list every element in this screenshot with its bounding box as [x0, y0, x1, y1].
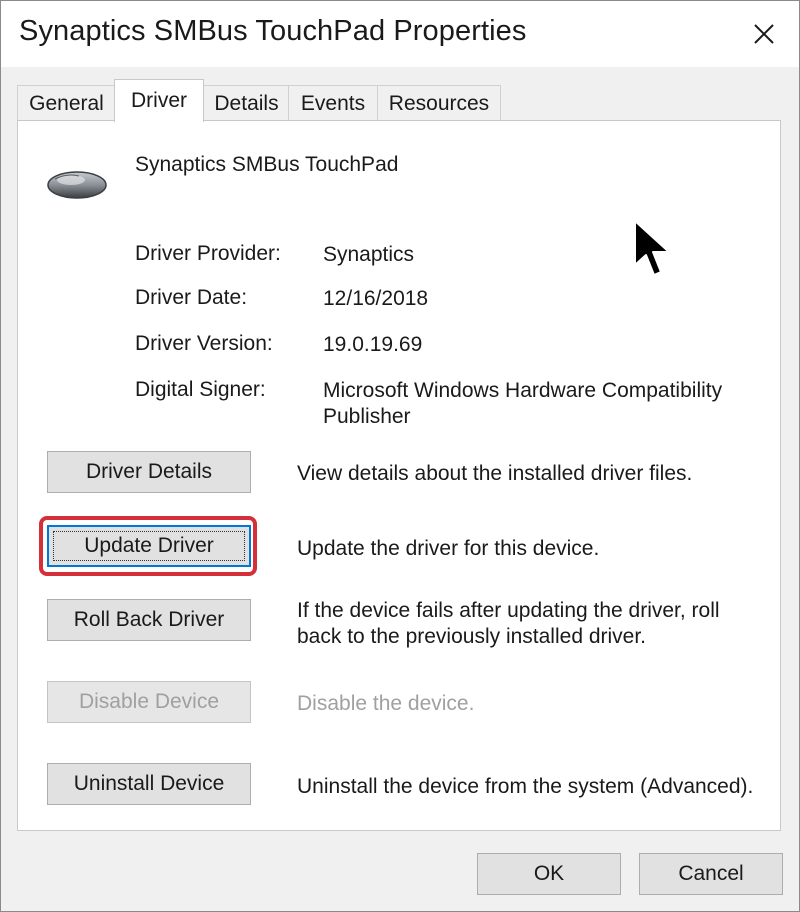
- driver-date-value: 12/16/2018: [323, 287, 429, 310]
- driver-provider-value: Synaptics: [323, 243, 415, 266]
- driver-date-label: Driver Date:: [135, 286, 248, 309]
- tab-strip: General Driver Details Events Resources: [17, 79, 777, 122]
- disable-device-label: Disable Device: [78, 690, 220, 713]
- device-name: Synaptics SMBus TouchPad: [135, 153, 399, 176]
- window-title: Synaptics SMBus TouchPad Properties: [19, 15, 527, 47]
- driver-details-button[interactable]: Driver Details: [47, 451, 251, 493]
- driver-details-label: Driver Details: [85, 460, 213, 483]
- title-bar[interactable]: Synaptics SMBus TouchPad Properties: [1, 1, 799, 67]
- roll-back-driver-label: Roll Back Driver: [73, 608, 225, 631]
- tab-details[interactable]: Details: [203, 85, 290, 121]
- disable-device-description: Disable the device.: [297, 692, 475, 715]
- digital-signer-value: Microsoft Windows Hardware Compatibility…: [323, 379, 723, 428]
- update-driver-button[interactable]: Update Driver: [47, 525, 251, 567]
- cancel-button[interactable]: Cancel: [639, 853, 783, 895]
- update-driver-description: Update the driver for this device.: [297, 537, 600, 560]
- properties-dialog: Synaptics SMBus TouchPad Properties Gene…: [0, 0, 800, 912]
- tab-events[interactable]: Events: [288, 85, 378, 121]
- ok-label: OK: [533, 862, 565, 885]
- uninstall-device-label: Uninstall Device: [73, 772, 225, 795]
- close-button[interactable]: [729, 1, 799, 67]
- roll-back-driver-description: If the device fails after updating the d…: [297, 599, 720, 648]
- driver-details-description: View details about the installed driver …: [297, 462, 693, 485]
- close-icon: [754, 24, 774, 44]
- driver-provider-label: Driver Provider:: [135, 242, 281, 265]
- uninstall-device-description: Uninstall the device from the system (Ad…: [297, 775, 754, 798]
- touchpad-mouse-icon: [45, 165, 109, 210]
- tab-resources[interactable]: Resources: [377, 85, 501, 121]
- driver-version-label: Driver Version:: [135, 332, 273, 355]
- driver-version-value: 19.0.19.69: [323, 333, 423, 356]
- disable-device-button[interactable]: Disable Device: [47, 681, 251, 723]
- digital-signer-label: Digital Signer:: [135, 378, 266, 401]
- cancel-label: Cancel: [678, 862, 744, 885]
- ok-button[interactable]: OK: [477, 853, 621, 895]
- tab-general[interactable]: General: [17, 85, 116, 121]
- mouse-pointer-icon: [633, 219, 673, 286]
- uninstall-device-button[interactable]: Uninstall Device: [47, 763, 251, 805]
- focus-rectangle: [53, 531, 245, 561]
- roll-back-driver-button[interactable]: Roll Back Driver: [47, 599, 251, 641]
- tab-driver[interactable]: Driver: [114, 79, 204, 122]
